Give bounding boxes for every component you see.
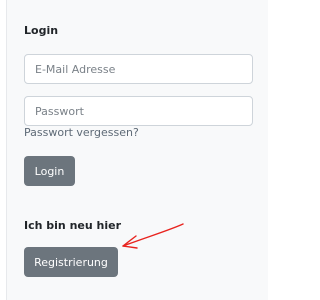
- login-button[interactable]: Login: [24, 156, 75, 186]
- register-heading: Ich bin neu hier: [24, 219, 122, 232]
- login-panel: Login Passwort vergessen? Login Ich bin …: [6, 0, 268, 300]
- register-button[interactable]: Registrierung: [24, 247, 118, 277]
- email-field[interactable]: [24, 54, 253, 84]
- login-heading: Login: [24, 24, 59, 37]
- password-field[interactable]: [24, 96, 253, 126]
- forgot-password-link[interactable]: Passwort vergessen?: [24, 126, 139, 139]
